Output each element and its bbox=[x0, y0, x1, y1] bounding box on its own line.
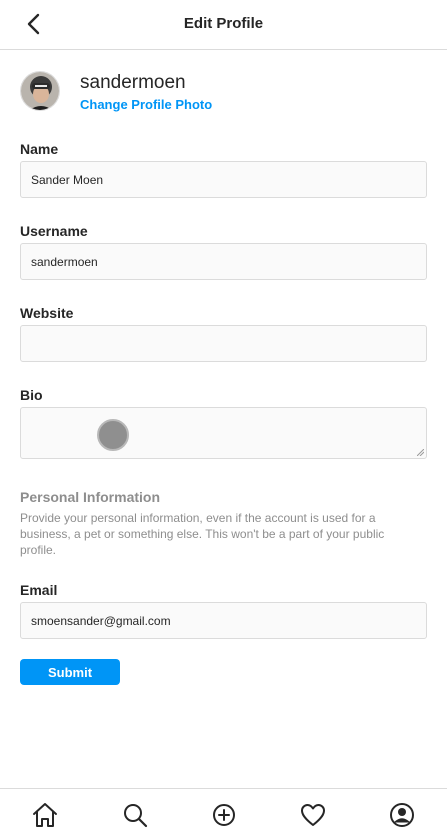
header-bar: Edit Profile bbox=[0, 0, 447, 50]
nav-add-post[interactable] bbox=[210, 801, 238, 829]
username-label: Username bbox=[20, 223, 88, 239]
name-field[interactable] bbox=[20, 161, 427, 198]
page-title: Edit Profile bbox=[183, 15, 264, 32]
avatar-image bbox=[21, 72, 59, 110]
change-profile-photo-link[interactable]: Change Profile Photo bbox=[80, 97, 212, 112]
email-field[interactable] bbox=[20, 602, 427, 639]
touch-cursor-indicator bbox=[97, 419, 129, 451]
username-field[interactable] bbox=[20, 243, 427, 280]
profile-summary: sandermoen Change Profile Photo bbox=[20, 70, 427, 112]
email-label: Email bbox=[20, 582, 58, 598]
nav-activity[interactable] bbox=[299, 801, 327, 829]
website-field[interactable] bbox=[20, 325, 427, 362]
bottom-nav bbox=[0, 788, 447, 838]
nav-home[interactable] bbox=[31, 801, 59, 829]
profile-icon bbox=[390, 803, 414, 827]
profile-username: sandermoen bbox=[80, 72, 186, 93]
nav-search[interactable] bbox=[121, 801, 149, 829]
bio-label: Bio bbox=[20, 387, 43, 403]
resize-grip-icon[interactable] bbox=[417, 449, 424, 456]
add-post-icon bbox=[213, 804, 235, 826]
search-icon bbox=[124, 804, 148, 828]
website-label: Website bbox=[20, 305, 74, 321]
heart-icon bbox=[301, 804, 325, 826]
bio-wrapper bbox=[20, 407, 427, 459]
personal-info-heading: Personal Information bbox=[20, 489, 161, 505]
home-icon bbox=[33, 803, 57, 827]
name-label: Name bbox=[20, 141, 59, 157]
bio-field[interactable] bbox=[20, 407, 427, 459]
avatar[interactable] bbox=[20, 71, 60, 111]
personal-info-description: Provide your personal information, even … bbox=[20, 511, 385, 557]
submit-button[interactable]: Submit bbox=[20, 659, 120, 685]
nav-profile[interactable] bbox=[388, 801, 416, 829]
